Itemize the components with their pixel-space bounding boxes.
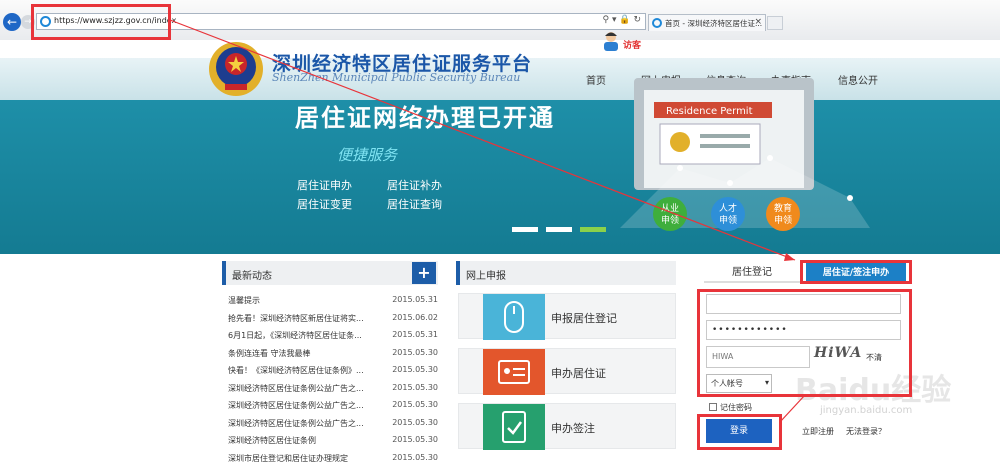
remember-password-label: 记住密码 [720, 403, 752, 412]
slide-dot-1[interactable] [512, 227, 538, 232]
news-item-date: 2015.06.02 [392, 312, 438, 322]
slide-dot-2[interactable] [546, 227, 572, 232]
banner-link-query[interactable]: 居住证查询 [387, 196, 442, 212]
news-item[interactable]: 深圳经济特区居住证条例公益广告之... 2015.05.30 [228, 383, 438, 396]
news-item[interactable]: 温馨提示 2015.05.31 [228, 295, 438, 308]
news-item-date: 2015.05.30 [392, 347, 438, 357]
news-item-date: 2015.05.30 [392, 452, 438, 462]
news-item-title: 快看！《深圳经济特区居住证条例》... [228, 366, 364, 375]
news-item-date: 2015.05.30 [392, 382, 438, 392]
news-item-title: 6月1日起，《深圳经济特区居住证条... [228, 331, 362, 340]
news-item-title: 深圳经济特区居住证条例公益广告之... [228, 383, 364, 393]
news-item-date: 2015.05.30 [392, 400, 438, 409]
news-item-date: 2015.05.31 [392, 330, 438, 339]
tab-residence-registration[interactable]: 居住登记 [704, 263, 800, 283]
news-item-date: 2015.05.30 [392, 365, 438, 374]
annotation-box-form [697, 289, 912, 397]
news-item[interactable]: 深圳经济特区居住证条例公益广告之... 2015.05.30 [228, 418, 438, 431]
id-card-icon [483, 349, 545, 395]
news-item[interactable]: 深圳经济特区居住证条例公益广告之... 2015.05.30 [228, 400, 438, 413]
user-avatar-icon[interactable] [602, 31, 620, 51]
news-more-plus-icon[interactable]: + [412, 262, 436, 284]
banner-link-reissue[interactable]: 居住证补办 [387, 177, 442, 193]
browser-tab[interactable]: 首页 - 深圳经济特区居住证... × [648, 14, 766, 31]
nav-home[interactable]: 首页 [586, 72, 606, 87]
news-item[interactable]: 抢先看！深圳经济特区新居住证将实... 2015.06.02 [228, 313, 438, 326]
news-item-date: 2015.05.30 [392, 435, 438, 444]
register-link[interactable]: 立即注册 [802, 426, 834, 437]
clipboard-check-icon [483, 404, 545, 450]
service-endorsement[interactable]: 申办签注 [458, 403, 676, 450]
visitor-label[interactable]: 访客 [623, 38, 641, 51]
mouse-icon [483, 294, 545, 340]
annotation-box-url [31, 4, 171, 40]
bubble-edu-l1: 教育 [774, 202, 792, 214]
site-subtitle: ShenZhen Municipal Public Security Burea… [272, 71, 521, 84]
back-button[interactable]: ← [3, 13, 21, 31]
news-item-title: 深圳经济特区居住证条例公益广告之... [228, 401, 364, 410]
apply-title: 网上申报 [466, 271, 506, 282]
news-item[interactable]: 条例连连看 守法我最棒 2015.05.30 [228, 348, 438, 361]
service-residence-registration[interactable]: 申报居住登记 [458, 293, 676, 340]
news-item[interactable]: 深圳市居住登记和居住证办理规定 2015.05.30 [228, 453, 438, 466]
annotation-box-tab [800, 260, 912, 284]
police-emblem-logo [209, 42, 263, 96]
remember-password-checkbox[interactable] [709, 403, 717, 411]
news-item[interactable]: 6月1日起，《深圳经济特区居住证条... 2015.05.31 [228, 330, 438, 343]
bubble-edu-l2: 申领 [774, 214, 792, 226]
bubble-work-l1: 从业 [661, 203, 679, 214]
news-item-title: 条例连连看 守法我最棒 [228, 348, 311, 358]
news-item-title: 深圳经济特区居住证条例 [228, 436, 316, 445]
news-item-title: 温馨提示 [228, 296, 260, 305]
tab-title: 首页 - 深圳经济特区居住证... [665, 19, 763, 28]
bubble-work-l2: 申领 [661, 214, 679, 226]
news-item-title: 抢先看！深圳经济特区新居住证将实... [228, 313, 364, 323]
news-item[interactable]: 深圳经济特区居住证条例 2015.05.30 [228, 435, 438, 448]
tab-ie-icon [652, 18, 662, 28]
card-title-text: Residence Permit [666, 106, 753, 117]
news-item-title: 深圳市居住登记和居住证办理规定 [228, 453, 348, 463]
banner-link-apply[interactable]: 居住证申办 [297, 177, 352, 193]
banner-headline: 居住证网络办理已开通 [295, 104, 555, 132]
banner-tagline: 便捷服务 [337, 146, 398, 164]
service-label: 申报居住登记 [551, 312, 617, 325]
news-item-date: 2015.05.31 [392, 295, 438, 304]
baidu-watermark-domain: jingyan.baidu.com [820, 405, 913, 416]
new-tab-button[interactable] [767, 16, 783, 30]
close-tab-icon[interactable]: × [754, 17, 762, 27]
slide-dot-3-active[interactable] [580, 227, 606, 232]
search-refresh-icon[interactable]: ⚲ ▾ 🔒 ↻ [603, 15, 641, 25]
residence-permit-illustration: Residence Permit 从业 申领 人才 申领 教育 申领 [620, 78, 870, 231]
banner-link-change[interactable]: 居住证变更 [297, 196, 352, 212]
bubble-talent-l1: 人才 [719, 202, 737, 214]
bubble-talent-l2: 申领 [719, 214, 737, 226]
annotation-box-login [697, 414, 782, 450]
forgot-login-link[interactable]: 无法登录？ [846, 426, 886, 437]
news-item[interactable]: 快看！《深圳经济特区居住证条例》... 2015.05.30 [228, 365, 438, 378]
news-item-title: 深圳经济特区居住证条例公益广告之... [228, 418, 364, 428]
service-label: 申办居住证 [551, 367, 606, 380]
service-label: 申办签注 [551, 422, 595, 435]
news-item-date: 2015.05.30 [392, 417, 438, 427]
service-residence-permit[interactable]: 申办居住证 [458, 348, 676, 395]
news-title: 最新动态 [232, 271, 272, 282]
